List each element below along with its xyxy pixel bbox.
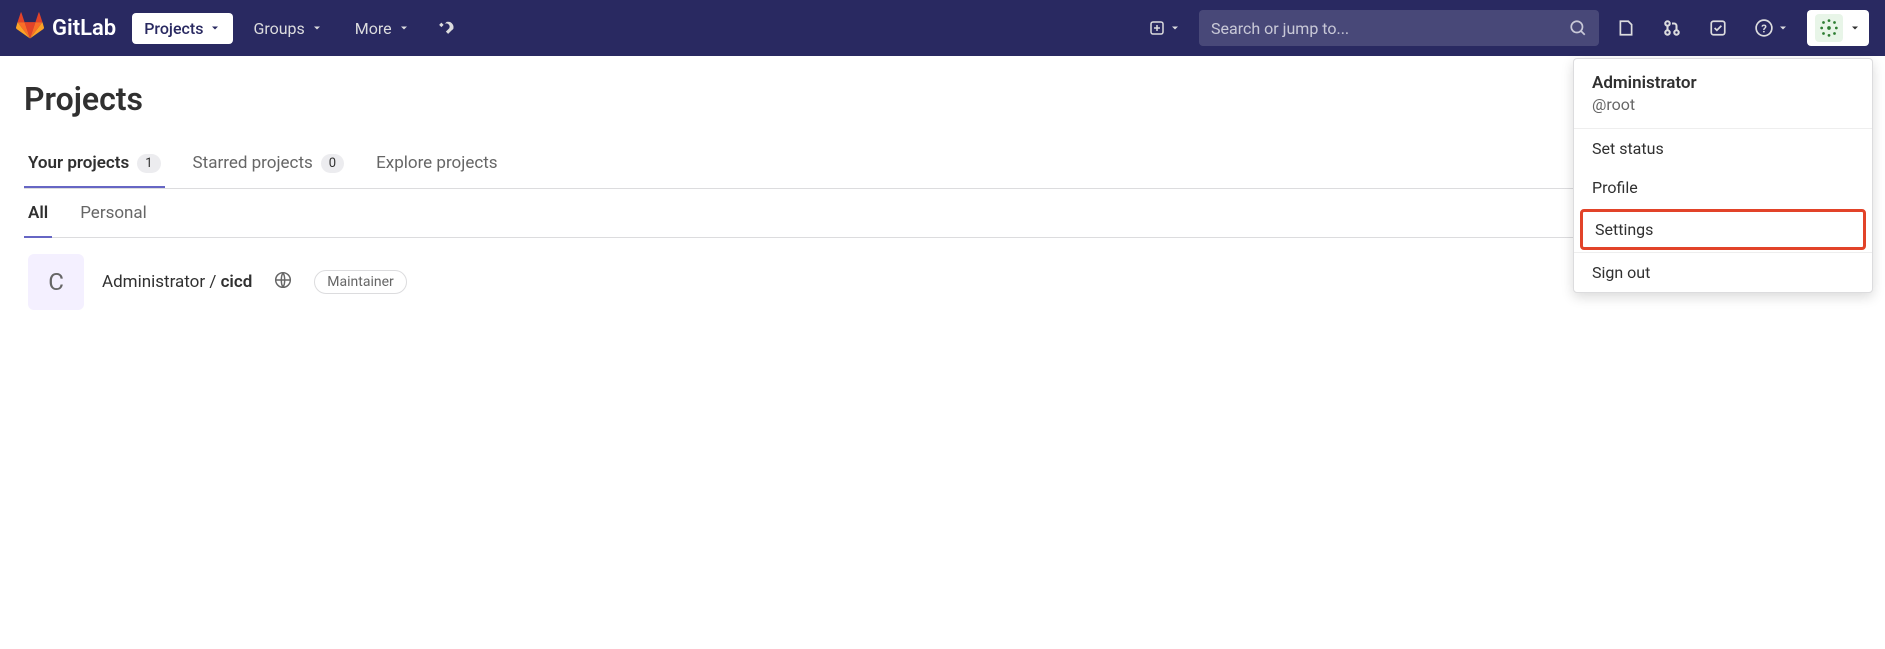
plus-icon xyxy=(1149,20,1165,36)
project-owner: Administrator xyxy=(102,272,205,292)
dropdown-header: Administrator @root xyxy=(1574,59,1872,129)
subtab-all[interactable]: All xyxy=(24,189,52,237)
menu-sign-out[interactable]: Sign out xyxy=(1574,253,1872,292)
issues-shortcut[interactable] xyxy=(1607,11,1645,45)
chevron-down-icon xyxy=(1777,22,1789,34)
nav-groups[interactable]: Groups xyxy=(241,13,334,44)
dropdown-display-name: Administrator xyxy=(1592,73,1854,93)
nav-more-label: More xyxy=(355,19,392,38)
project-name: cicd xyxy=(221,272,253,292)
tab-label: Your projects xyxy=(28,153,129,173)
search-icon xyxy=(1569,19,1587,37)
dropdown-username: @root xyxy=(1592,95,1854,114)
tab-starred-projects[interactable]: Starred projects 0 xyxy=(189,139,349,187)
tab-count-badge: 0 xyxy=(321,154,344,173)
top-navbar: GitLab Projects Groups More ? xyxy=(0,0,1885,56)
tab-label: Starred projects xyxy=(193,153,313,173)
project-path: Administrator / cicd xyxy=(102,272,252,292)
nav-more[interactable]: More xyxy=(343,13,422,44)
user-menu-button[interactable] xyxy=(1807,10,1869,46)
nav-projects-label: Projects xyxy=(144,19,203,38)
admin-wrench-button[interactable] xyxy=(430,9,464,47)
chevron-down-icon xyxy=(1849,22,1861,34)
help-icon: ? xyxy=(1755,19,1773,37)
help-dropdown[interactable]: ? xyxy=(1745,11,1799,45)
tab-explore-projects[interactable]: Explore projects xyxy=(372,139,501,187)
project-avatar: C xyxy=(28,254,84,310)
tab-label: Explore projects xyxy=(376,153,497,173)
svg-text:?: ? xyxy=(1761,23,1767,36)
nav-projects[interactable]: Projects xyxy=(132,13,233,44)
subtab-personal[interactable]: Personal xyxy=(76,189,151,237)
todos-shortcut[interactable] xyxy=(1699,11,1737,45)
merge-requests-shortcut[interactable] xyxy=(1653,11,1691,45)
gitlab-logo-icon xyxy=(16,12,44,44)
chevron-down-icon xyxy=(209,22,221,34)
role-badge: Maintainer xyxy=(314,270,406,294)
chevron-down-icon xyxy=(1169,22,1181,34)
tab-your-projects[interactable]: Your projects 1 xyxy=(24,139,165,187)
new-dropdown[interactable] xyxy=(1139,14,1191,42)
brand-name: GitLab xyxy=(52,16,116,41)
menu-settings[interactable]: Settings xyxy=(1580,209,1866,250)
user-dropdown: Administrator @root Set status Profile S… xyxy=(1573,58,1873,293)
logo-section[interactable]: GitLab xyxy=(16,12,116,44)
search-box[interactable] xyxy=(1199,10,1599,46)
tab-count-badge: 1 xyxy=(137,154,160,173)
search-input[interactable] xyxy=(1211,19,1569,38)
menu-profile[interactable]: Profile xyxy=(1574,168,1872,207)
avatar-icon xyxy=(1815,14,1843,42)
menu-set-status[interactable]: Set status xyxy=(1574,129,1872,168)
chevron-down-icon xyxy=(398,22,410,34)
nav-groups-label: Groups xyxy=(253,19,304,38)
globe-icon xyxy=(274,271,292,293)
chevron-down-icon xyxy=(311,22,323,34)
